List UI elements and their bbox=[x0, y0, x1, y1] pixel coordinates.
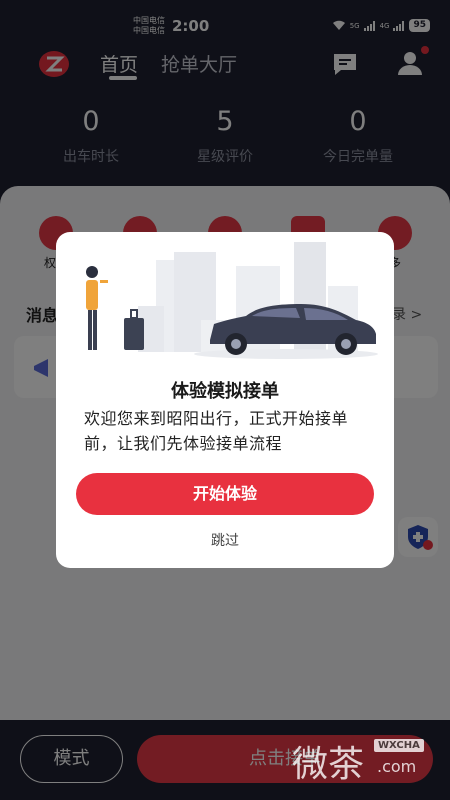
dialog-message: 欢迎您来到昭阳出行，正式开始接单前，让我们先体验接单流程 bbox=[84, 409, 349, 453]
driver-car-illustration bbox=[86, 242, 378, 359]
watermark-sub: .com bbox=[377, 757, 417, 776]
watermark-text: 微茶 bbox=[292, 744, 365, 785]
watermark: 微茶 WXCHA .com bbox=[292, 733, 442, 793]
dialog-title: 体验模拟接单 bbox=[171, 381, 279, 402]
simulation-dialog: 体验模拟接单 欢迎您来到昭阳出行，正式开始接单前，让我们先体验接单流程 开始体验… bbox=[56, 232, 394, 568]
skip-button[interactable]: 跳过 bbox=[56, 530, 394, 550]
watermark-tag: WXCHA bbox=[374, 739, 424, 752]
start-experience-button[interactable]: 开始体验 bbox=[76, 473, 374, 515]
